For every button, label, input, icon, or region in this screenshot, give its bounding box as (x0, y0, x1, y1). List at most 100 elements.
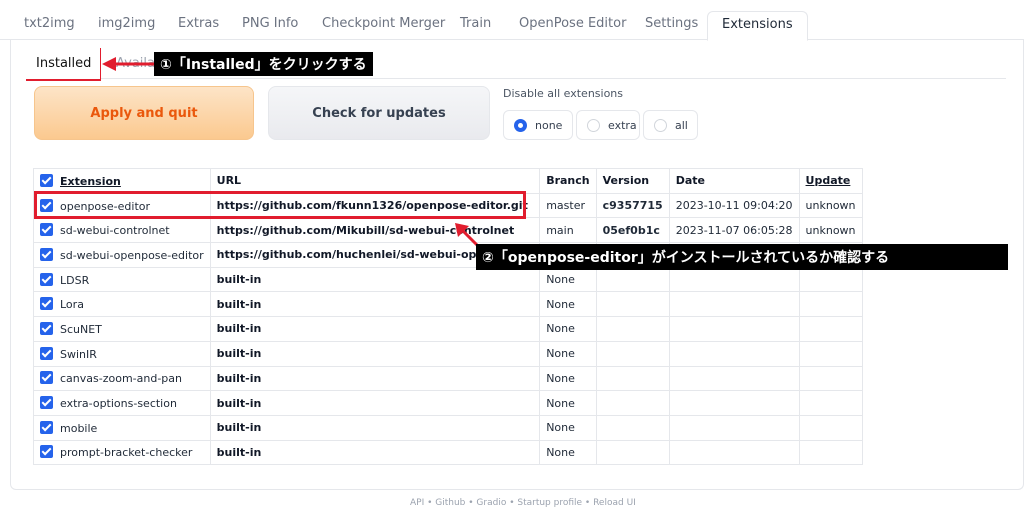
cell-date (668, 365, 800, 392)
cell-extension: ScuNET (33, 316, 211, 342)
radio-dot-icon (654, 118, 667, 132)
cell-version (595, 291, 670, 318)
cell-extension: canvas-zoom-and-pan (33, 365, 211, 392)
header-extension[interactable]: Extension (33, 168, 211, 194)
extension-name: sd-webui-controlnet (60, 224, 170, 238)
cell-url: built-in (209, 266, 541, 293)
tab-extras[interactable]: Extras (178, 16, 219, 31)
checkbox-icon[interactable] (40, 198, 53, 212)
extensions-table: Extension URL Branch Version Date Update… (33, 168, 863, 466)
tab-checkpoint-merger[interactable]: Checkpoint Merger (322, 16, 445, 31)
cell-update (798, 266, 863, 293)
subtab-divider (26, 78, 1006, 79)
cell-branch: main (539, 217, 597, 244)
radio-extra[interactable]: extra (576, 110, 640, 140)
radio-dot-icon (587, 118, 600, 132)
top-tab-bar: txt2img img2img Extras PNG Info Checkpoi… (0, 0, 1024, 41)
cell-extension: LDSR (33, 266, 211, 293)
cell-date: 2023-11-07 06:05:28 (668, 217, 800, 244)
cell-update (798, 365, 863, 392)
cell-version (595, 266, 670, 293)
extension-name: ScuNET (60, 322, 102, 336)
extension-name: mobile (60, 421, 98, 435)
cell-url: built-in (209, 340, 541, 367)
footer-links: API • Github • Gradio • Startup profile … (410, 498, 636, 507)
cell-branch: master (539, 192, 597, 219)
checkbox-icon[interactable] (40, 223, 53, 237)
cell-version (595, 340, 670, 367)
checkbox-icon[interactable] (40, 321, 53, 335)
tab-train[interactable]: Train (460, 16, 491, 31)
tab-txt2img[interactable]: txt2img (24, 16, 75, 31)
header-update[interactable]: Update (798, 168, 863, 194)
check-for-updates-button[interactable]: Check for updates (268, 86, 490, 140)
cell-extension: Lora (33, 291, 211, 318)
checkbox-icon[interactable] (40, 396, 53, 410)
cell-update (798, 291, 863, 318)
cell-branch: None (539, 365, 597, 392)
tab-img2img[interactable]: img2img (98, 16, 155, 31)
checkbox-icon[interactable] (40, 445, 53, 459)
radio-extra-label: extra (608, 118, 637, 132)
cell-date: 2023-10-11 09:04:20 (668, 192, 800, 219)
apply-and-quit-button[interactable]: Apply and quit (34, 86, 254, 140)
header-date: Date (668, 168, 800, 194)
cell-branch: None (539, 340, 597, 367)
subtab-installed[interactable]: Installed (26, 48, 100, 79)
cell-extension: sd-webui-openpose-editor (33, 242, 211, 268)
table-row: LDSR built-in None (33, 266, 863, 293)
cell-extension: openpose-editor (33, 192, 211, 219)
cell-version (595, 414, 670, 441)
cell-version (595, 439, 670, 466)
extension-name: sd-webui-openpose-editor (60, 248, 204, 262)
table-row: ScuNET built-in None (33, 316, 863, 342)
extension-name: prompt-bracket-checker (60, 446, 193, 460)
table-row: openpose-editor https://github.com/fkunn1… (33, 192, 863, 219)
radio-all[interactable]: all (643, 110, 698, 140)
cell-version (595, 316, 670, 342)
tab-settings[interactable]: Settings (645, 16, 698, 31)
cell-extension: mobile (33, 414, 211, 441)
radio-none[interactable]: none (503, 110, 573, 140)
table-row: sd-webui-controlnet https://github.com/Mi… (33, 217, 863, 244)
radio-none-label: none (535, 118, 563, 132)
cell-branch: None (539, 291, 597, 318)
cell-branch: None (539, 414, 597, 441)
checkbox-icon[interactable] (40, 371, 53, 385)
cell-branch: None (539, 266, 597, 293)
cell-extension: prompt-bracket-checker (33, 439, 211, 466)
cell-date (668, 414, 800, 441)
checkbox-icon[interactable] (40, 247, 53, 261)
header-version: Version (595, 168, 670, 194)
cell-date (668, 266, 800, 293)
checkbox-icon[interactable] (40, 346, 53, 360)
cell-update (798, 316, 863, 342)
cell-version: 05ef0b1c (595, 217, 670, 244)
extension-name: LDSR (60, 273, 90, 287)
annotation-note-1: ①「Installed」をクリックする (154, 52, 373, 76)
radio-dot-icon (514, 118, 527, 132)
cell-date (668, 390, 800, 416)
cell-update: unknown (798, 192, 863, 219)
cell-update (798, 439, 863, 466)
tab-png-info[interactable]: PNG Info (242, 16, 298, 31)
cell-date (668, 316, 800, 342)
checkbox-icon[interactable] (40, 420, 53, 434)
tab-openpose-editor[interactable]: OpenPose Editor (519, 16, 626, 31)
cell-url: built-in (209, 439, 541, 466)
select-all-checkbox-icon[interactable] (40, 173, 53, 187)
checkbox-icon[interactable] (40, 272, 53, 286)
cell-url: built-in (209, 291, 541, 318)
cell-url: built-in (209, 365, 541, 392)
disable-extensions-label: Disable all extensions (503, 87, 624, 100)
cell-url: built-in (209, 390, 541, 416)
checkbox-icon[interactable] (40, 297, 53, 311)
table-row: canvas-zoom-and-pan built-in None (33, 365, 863, 392)
extension-name: canvas-zoom-and-pan (60, 372, 182, 386)
cell-url: built-in (209, 316, 541, 342)
cell-extension: SwinIR (33, 340, 211, 367)
cell-version (595, 365, 670, 392)
cell-version (595, 390, 670, 416)
extension-name: Lora (60, 298, 84, 312)
tab-extensions[interactable]: Extensions (707, 11, 808, 41)
